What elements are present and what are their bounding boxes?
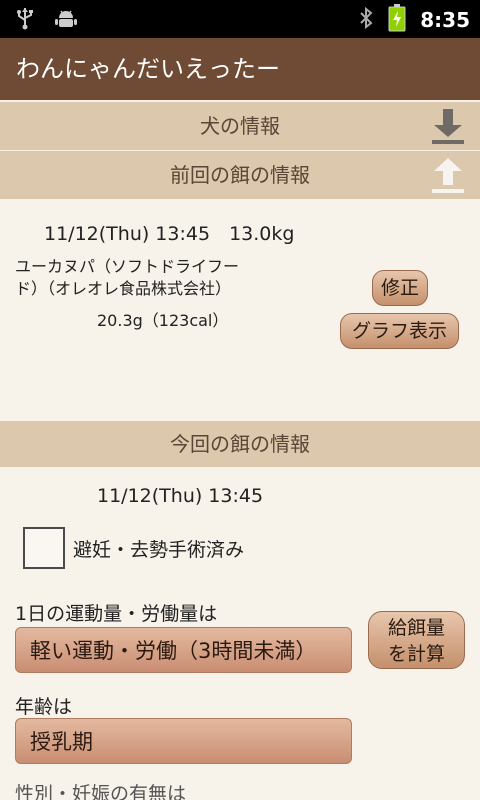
edit-button-label: 修正 [380,277,419,299]
app-title: わんにゃんだいえったー [16,55,280,83]
current-meal-datetime: 11/12(Thu) 13:45 [97,485,264,507]
exercise-select[interactable]: 軽い運動・労働（3時間未満） [15,627,352,673]
download-icon[interactable] [426,106,470,146]
current-meal-header: 今回の餌の情報 [0,421,480,467]
previous-meal-amount: 20.3g（123cal） [97,311,229,330]
exercise-select-value: 軽い運動・労働（3時間未満） [30,639,317,663]
graph-display-button-label: グラフ表示 [351,320,447,342]
android-debug-icon [54,6,78,34]
previous-meal-panel: 11/12(Thu) 13:45 13.0kg ユーカヌパ（ソフトドライフー ド… [0,199,480,421]
usb-icon [14,6,36,34]
status-clock: 8:35 [420,8,470,32]
edit-button[interactable]: 修正 [372,270,428,306]
calculate-feeding-button[interactable]: 給餌量 を計算 [368,611,465,669]
bluetooth-icon [358,6,374,34]
app-title-bar: わんにゃんだいえったー [0,38,480,100]
dog-info-header[interactable]: 犬の情報 [0,102,480,150]
previous-food-name-line1: ユーカヌパ（ソフトドライフー [15,257,240,276]
previous-meal-header-label: 前回の餌の情報 [170,163,310,187]
age-select-value: 授乳期 [30,730,93,754]
current-meal-header-label: 今回の餌の情報 [170,432,310,456]
exercise-label: 1日の運動量・労働量は [15,603,218,625]
gender-pregnancy-label: 性別・妊娠の有無は [15,783,187,800]
age-select[interactable]: 授乳期 [15,718,352,764]
dog-info-header-label: 犬の情報 [200,114,280,138]
calculate-feeding-button-line1: 給餌量 [387,617,445,639]
neuter-label: 避妊・去勢手術済み [73,539,245,561]
neuter-checkbox[interactable] [23,527,65,569]
battery-charging-icon [388,4,406,36]
upload-icon[interactable] [426,155,470,195]
previous-meal-datetime-weight: 11/12(Thu) 13:45 13.0kg [44,223,295,245]
graph-display-button[interactable]: グラフ表示 [340,313,459,349]
age-label: 年齢は [15,696,73,718]
status-bar: 8:35 [0,0,480,38]
previous-meal-header[interactable]: 前回の餌の情報 [0,151,480,199]
current-meal-panel: 11/12(Thu) 13:45 避妊・去勢手術済み 1日の運動量・労働量は 軽… [0,467,480,800]
calculate-feeding-button-line2: を計算 [387,643,445,665]
previous-food-name-line2: ド）（オレオレ食品株式会社） [15,279,232,298]
